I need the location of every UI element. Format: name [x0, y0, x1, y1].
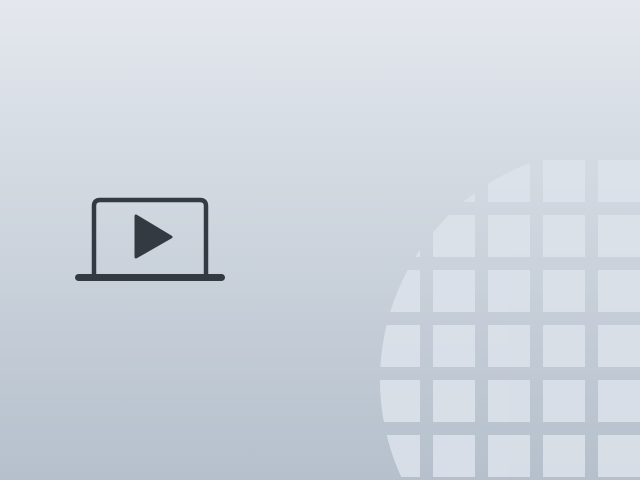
laptop-video-play-icon — [75, 197, 225, 281]
play-icon — [134, 214, 173, 259]
